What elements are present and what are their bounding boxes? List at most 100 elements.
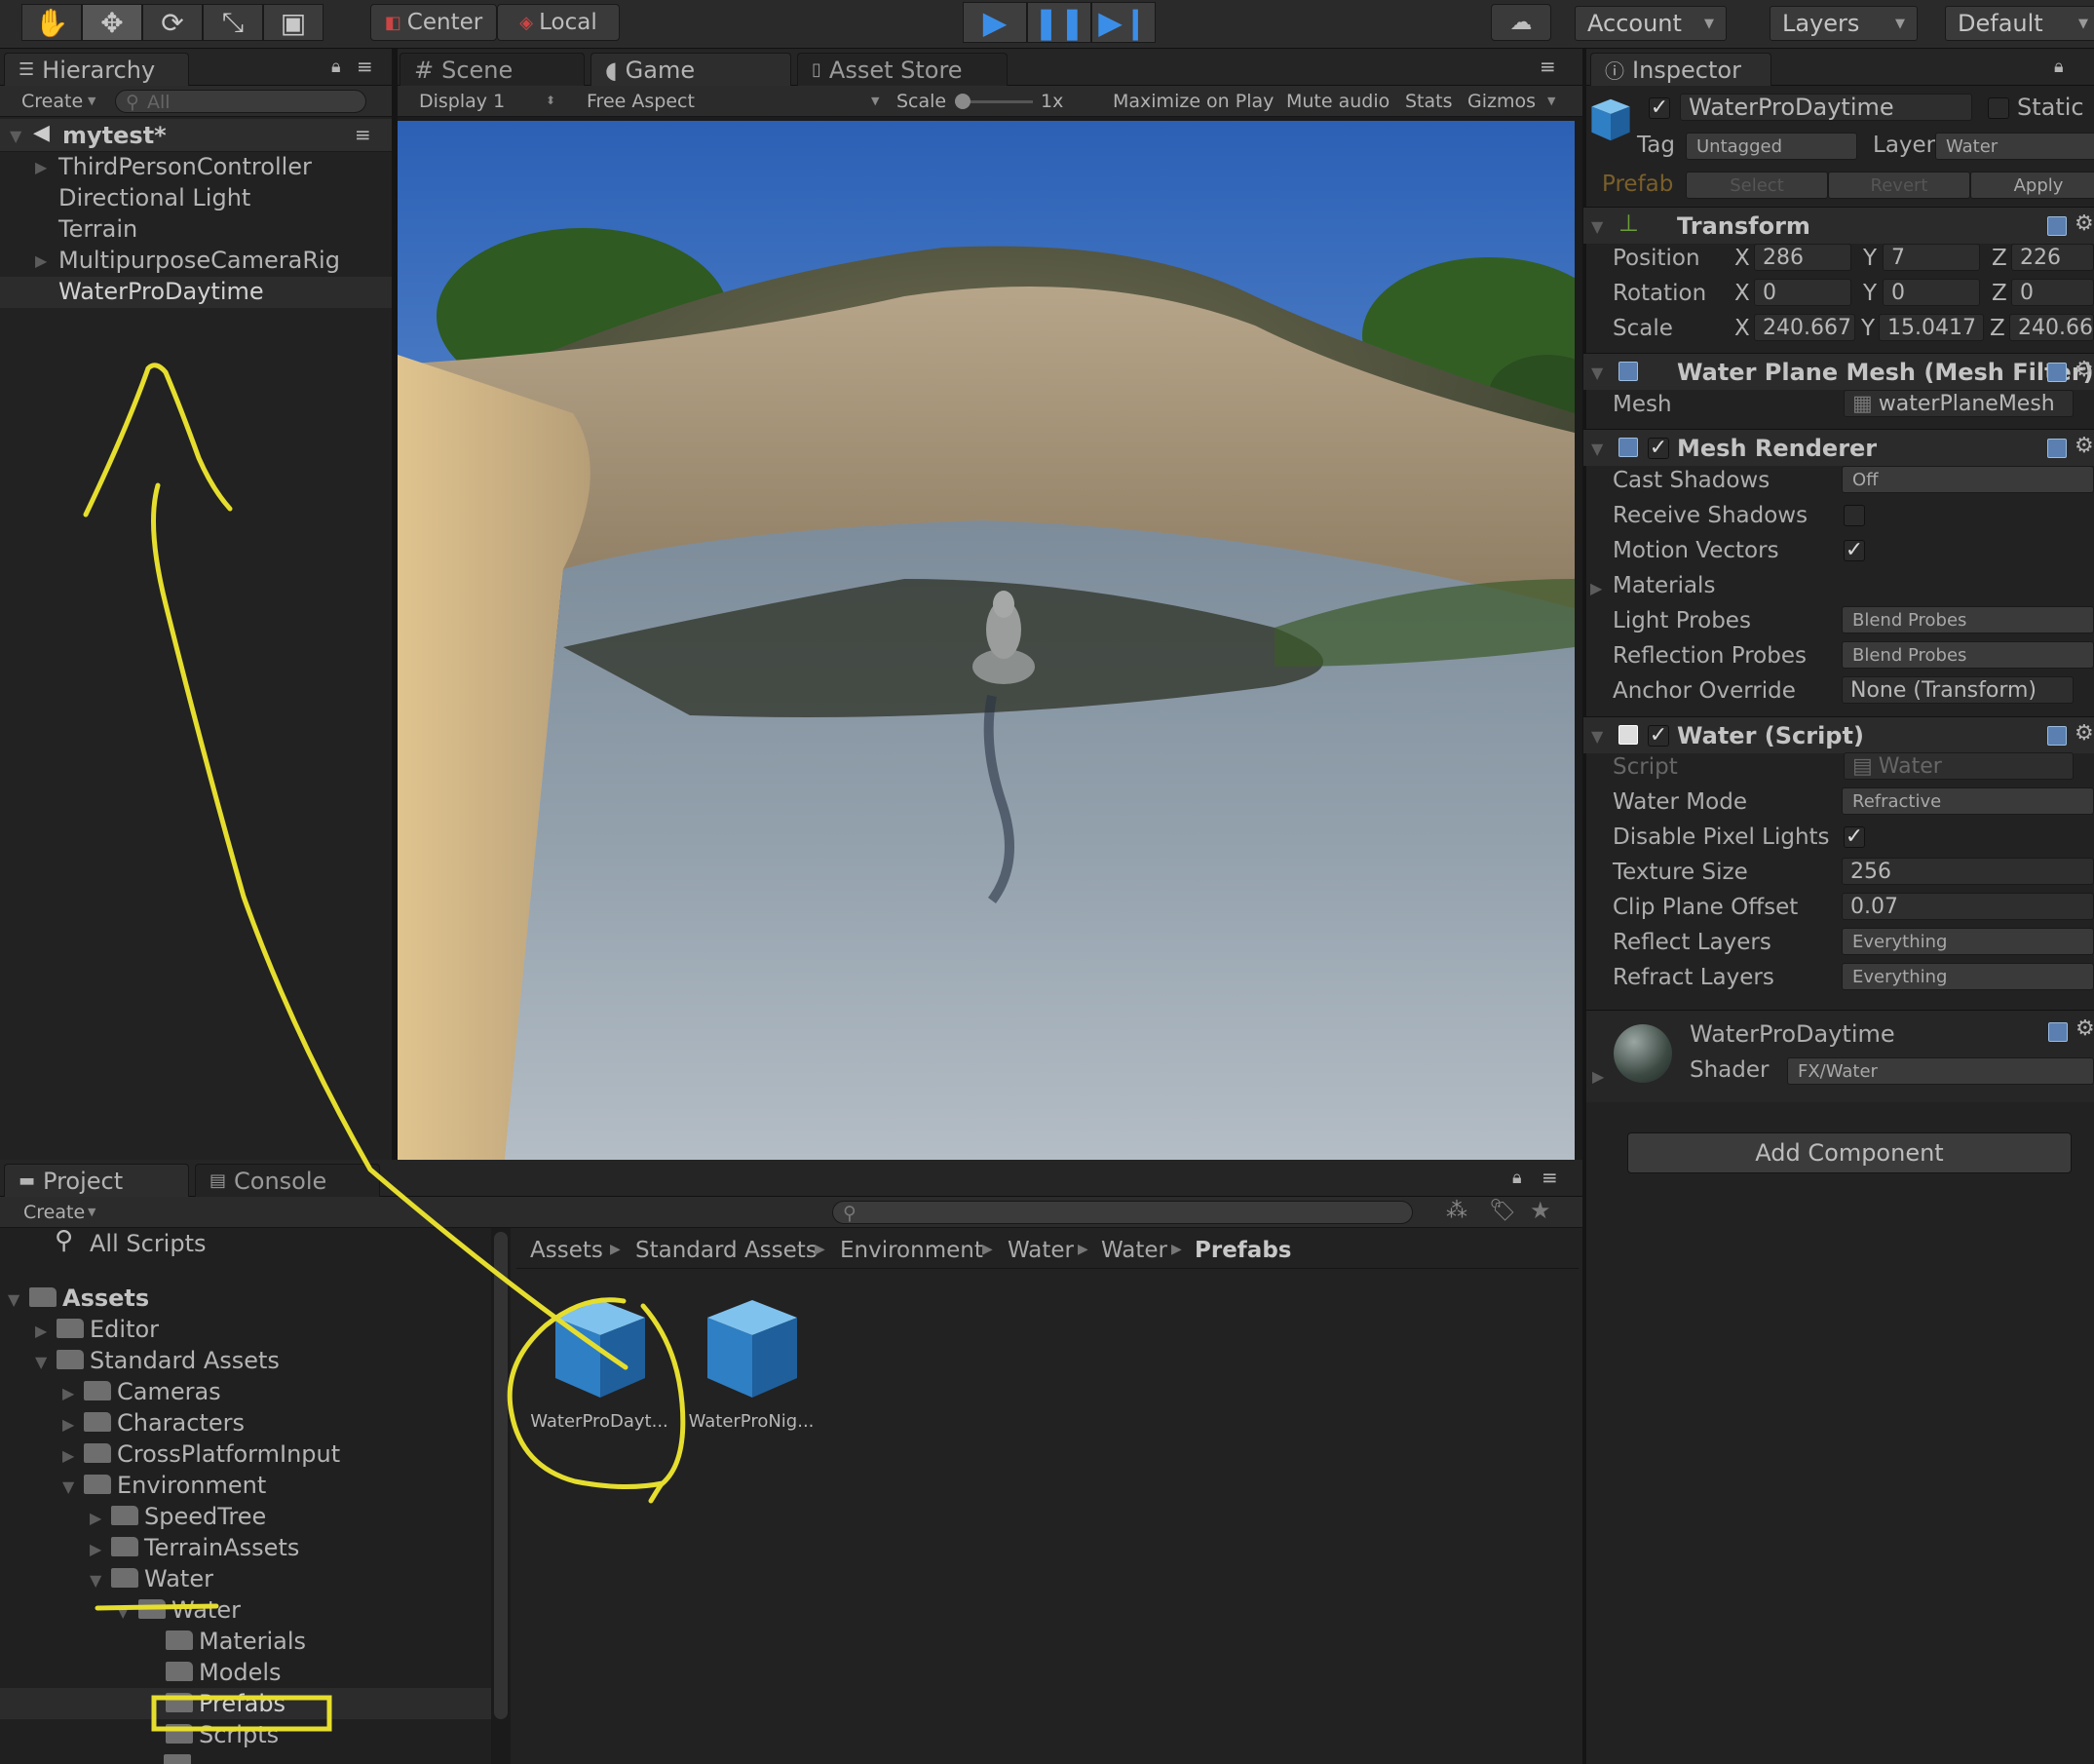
water-script-header[interactable]: ▼ ✓ Water (Script) ⚙ [1583,716,2094,753]
collapsed-triangle-icon[interactable]: ▶ [1590,579,1602,597]
materials-foldout[interactable]: Materials [1613,573,1715,598]
expanded-triangle-icon[interactable]: ▼ [1591,440,1603,458]
scale-z-field[interactable]: 240.66 [2009,314,2094,341]
gear-icon[interactable]: ⚙ [2075,434,2094,458]
add-component-button[interactable]: Add Component [1627,1132,2072,1173]
prefab-select-button[interactable]: Select [1686,172,1828,199]
hierarchy-item[interactable]: ▶ ThirdPersonController [0,152,392,183]
collapsed-triangle-icon[interactable]: ▶ [35,251,47,270]
play-button[interactable]: ▶ [963,2,1027,43]
rotation-y-field[interactable]: 0 [1883,279,1980,306]
tree-item-water-inner[interactable]: ▼ Water [0,1594,491,1626]
tab-scene[interactable]: # Scene [400,53,585,86]
account-dropdown[interactable]: Account ▼ [1575,6,1727,41]
breadcrumb-item[interactable]: Standard Assets [635,1238,818,1263]
scale-tool-icon[interactable]: ⤡ [203,4,263,41]
tab-console[interactable]: ▤ Console [195,1164,380,1197]
aspect-dropdown[interactable]: Free Aspect [587,91,695,112]
gear-icon[interactable]: ⚙ [2075,358,2094,382]
stats-toggle[interactable]: Stats [1405,91,1453,112]
collapsed-triangle-icon[interactable]: ▶ [62,1384,74,1402]
object-name-input[interactable]: WaterProDaytime [1680,94,1972,121]
mesh-renderer-header[interactable]: ▼ ✓ Mesh Renderer ⚙ [1583,429,2094,466]
gear-icon[interactable]: ⚙ [2075,211,2094,236]
hierarchy-item[interactable]: ▶ MultipurposeCameraRig [0,246,392,277]
mesh-object-field[interactable]: ▦ waterPlaneMesh [1844,390,2074,417]
layers-dropdown[interactable]: Layers ▼ [1770,6,1918,41]
tree-item-standard-assets[interactable]: ▼ Standard Assets [0,1345,491,1376]
tree-item-prefabs-selected[interactable]: Prefabs [0,1688,491,1719]
collapsed-triangle-icon[interactable]: ▶ [35,158,47,176]
pivot-center-button[interactable]: ◧ Center [370,4,497,41]
breadcrumb-item[interactable]: Water [1008,1238,1074,1263]
disable-pixel-lights-checkbox[interactable]: ✓ [1844,826,1865,848]
help-book-icon[interactable] [2047,726,2067,746]
pivot-local-button[interactable]: ◈ Local [497,4,620,41]
expanded-triangle-icon[interactable]: ▼ [90,1571,101,1590]
hierarchy-search-input[interactable]: ⚲ All [115,90,366,113]
expanded-triangle-icon[interactable]: ▼ [62,1477,74,1496]
hierarchy-item-selected[interactable]: WaterProDaytime [0,277,392,308]
tree-item-cameras[interactable]: ▶ Cameras [0,1376,491,1407]
motion-vectors-checkbox[interactable]: ✓ [1844,540,1865,561]
tab-game[interactable]: ◖ Game [590,53,791,86]
mute-audio-toggle[interactable]: Mute audio [1286,91,1390,112]
gizmos-dropdown[interactable]: Gizmos [1467,91,1536,112]
position-x-field[interactable]: 286 [1754,244,1851,271]
collapsed-triangle-icon[interactable]: ▶ [62,1446,74,1465]
scale-y-field[interactable]: 15.0417 [1879,314,1984,341]
help-book-icon[interactable] [2047,363,2067,382]
expand-triangle-icon[interactable]: ▼ [10,127,21,145]
collapsed-triangle-icon[interactable]: ▶ [35,1322,47,1340]
gear-icon[interactable]: ⚙ [2075,721,2094,746]
filter-by-type-icon[interactable]: ⁂ [1446,1199,1467,1223]
cast-shadows-dropdown[interactable]: Off [1842,466,2094,493]
display-dropdown[interactable]: Display 1 [419,91,505,112]
scene-header-row[interactable]: ▼ ◀ mytest* ≡ [0,119,392,152]
position-y-field[interactable]: 7 [1883,244,1980,271]
position-z-field[interactable]: 226 [2011,244,2094,271]
expanded-triangle-icon[interactable]: ▼ [117,1602,129,1621]
game-viewport[interactable] [398,121,1575,1160]
rotation-z-field[interactable]: 0 [2011,279,2094,306]
step-button[interactable]: ▶❙ [1091,2,1156,43]
breadcrumb-item[interactable]: Water [1101,1238,1167,1263]
tree-item-environment[interactable]: ▼ Environment [0,1470,491,1501]
light-probes-dropdown[interactable]: Blend Probes [1842,606,2094,633]
static-checkbox[interactable] [1988,97,2009,119]
collapsed-triangle-icon[interactable]: ▶ [90,1540,101,1558]
reflect-layers-dropdown[interactable]: Everything [1842,928,2094,955]
tree-item-models[interactable]: Models [0,1657,491,1688]
tree-item-crossplatforminput[interactable]: ▶ CrossPlatformInput [0,1438,491,1470]
asset-item[interactable]: WaterProDayt... [526,1296,672,1442]
panel-menu-icon[interactable]: ≡ [1540,55,1556,78]
material-header[interactable]: ▶ WaterProDaytime Shader FX/Water ⚙ [1586,1011,2094,1102]
gear-icon[interactable]: ⚙ [2075,1016,2094,1041]
expanded-triangle-icon[interactable]: ▼ [8,1290,19,1309]
help-book-icon[interactable] [2047,439,2067,458]
tree-scrollbar-thumb[interactable] [494,1232,508,1719]
panel-menu-icon[interactable]: ≡ [1542,1166,1558,1189]
expanded-triangle-icon[interactable]: ▼ [1591,217,1603,236]
shader-dropdown[interactable]: FX/Water [1787,1057,2094,1085]
mesh-filter-header[interactable]: ▼ Water Plane Mesh (Mesh Filter) ⚙ [1583,353,2094,390]
collapsed-triangle-icon[interactable]: ▶ [90,1509,101,1527]
active-checkbox[interactable]: ✓ [1649,97,1670,119]
tree-item-assets[interactable]: ▼ Assets [0,1283,491,1314]
help-book-icon[interactable] [2047,216,2067,236]
tree-item-scripts[interactable]: Scripts [0,1719,491,1750]
anchor-override-field[interactable]: None (Transform) [1842,676,2074,704]
project-search-input[interactable]: ⚲ [832,1201,1413,1224]
texture-size-field[interactable]: 256 [1842,858,2094,885]
tree-scrollbar[interactable] [491,1228,511,1764]
tree-item-editor[interactable]: ▶ Editor [0,1314,491,1345]
layout-dropdown[interactable]: Default ▼ [1945,6,2094,41]
collapsed-triangle-icon[interactable]: ▶ [62,1415,74,1434]
rotation-x-field[interactable]: 0 [1754,279,1851,306]
asset-item[interactable]: WaterProNig... [678,1296,824,1442]
hierarchy-item[interactable]: Directional Light [0,183,392,214]
water-script-enabled-checkbox[interactable]: ✓ [1648,725,1669,747]
mesh-renderer-enabled-checkbox[interactable]: ✓ [1648,438,1669,459]
transform-header[interactable]: ▼ ⊥ Transform ⚙ [1583,207,2094,244]
maximize-on-play-toggle[interactable]: Maximize on Play [1113,91,1274,112]
